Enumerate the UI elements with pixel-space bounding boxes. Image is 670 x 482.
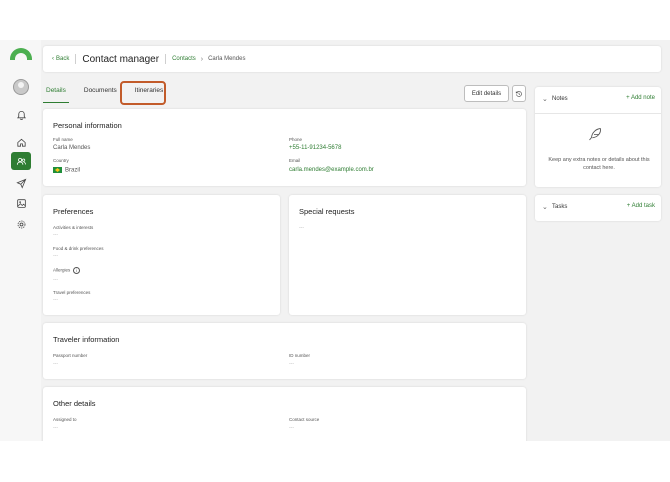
special-requests-value: --- — [299, 225, 304, 231]
user-avatar[interactable] — [13, 79, 29, 95]
id-number-label: ID number — [289, 353, 311, 358]
tasks-title: Tasks — [552, 204, 568, 210]
tab-details[interactable]: Details — [43, 83, 69, 103]
chevron-right-icon: › — [200, 55, 204, 63]
assigned-to-value: --- — [53, 425, 58, 431]
feather-icon — [589, 128, 601, 141]
notes-panel: ⌄ Notes + Add note Keep any extra notes … — [535, 87, 661, 187]
country-value: Brazil — [53, 167, 80, 174]
email-value[interactable]: carla.mendes@example.com.br — [289, 167, 374, 173]
travel-preferences-value: --- — [53, 297, 58, 303]
edit-details-button[interactable]: Edit details — [464, 85, 509, 102]
traveler-information-card: Traveler information Passport number ---… — [43, 323, 526, 379]
chevron-down-icon[interactable]: ⌄ — [542, 203, 548, 211]
preferences-card: Preferences Activities & interests --- F… — [43, 195, 280, 315]
contact-source-value: --- — [289, 425, 294, 431]
phone-label: Phone — [289, 137, 303, 142]
notes-empty-state: Keep any extra notes or details about th… — [535, 113, 661, 179]
add-task-button[interactable]: + Add task — [627, 203, 655, 209]
allergies-value: --- — [53, 277, 58, 283]
personal-information-card: Personal information Full name Carla Men… — [43, 109, 526, 186]
food-value: --- — [53, 253, 58, 259]
history-button[interactable] — [512, 85, 526, 102]
chevron-down-icon[interactable]: ⌄ — [542, 95, 548, 103]
other-details-card: Other details Assigned to --- Contact so… — [43, 387, 526, 441]
divider — [165, 54, 167, 64]
id-number-value: --- — [289, 361, 294, 367]
contact-source-label: Contact source — [289, 417, 320, 422]
page-title: Contact manager — [82, 53, 160, 65]
assigned-to-label: Assigned to — [53, 417, 77, 422]
page-header: ‹ Back Contact manager Contacts › Carla … — [43, 46, 661, 72]
country-label: Country — [53, 158, 69, 163]
tasks-panel: ⌄ Tasks + Add task — [535, 195, 661, 221]
home-icon[interactable] — [11, 133, 31, 151]
app-logo[interactable] — [10, 48, 32, 60]
notes-header[interactable]: ⌄ Notes + Add note — [535, 87, 661, 113]
bell-icon[interactable] — [11, 106, 31, 124]
gear-icon[interactable] — [11, 215, 31, 233]
divider — [75, 54, 77, 64]
back-link[interactable]: ‹ Back — [52, 56, 69, 62]
email-label: Email — [289, 158, 301, 163]
tab-documents[interactable]: Documents — [81, 83, 120, 103]
history-icon — [515, 90, 522, 97]
special-requests-card: Special requests --- — [289, 195, 526, 315]
card-title: Preferences — [53, 207, 94, 216]
allergies-label: Allergies i — [53, 267, 81, 274]
card-title: Traveler information — [53, 335, 120, 344]
nav-rail — [0, 40, 41, 441]
app-shell: ‹ Back Contact manager Contacts › Carla … — [0, 40, 670, 441]
tasks-header[interactable]: ⌄ Tasks + Add task — [535, 195, 661, 221]
tab-highlight-box — [120, 81, 166, 105]
card-title: Special requests — [299, 207, 355, 216]
info-icon[interactable]: i — [73, 267, 81, 274]
notes-empty-text: Keep any extra notes or details about th… — [548, 157, 650, 171]
breadcrumb-current: Carla Mendes — [208, 56, 246, 62]
send-icon[interactable] — [11, 174, 31, 192]
activities-label: Activities & interests — [53, 225, 94, 230]
image-icon[interactable] — [11, 194, 31, 212]
card-title: Personal information — [53, 121, 122, 130]
full-name-value: Carla Mendes — [53, 145, 91, 151]
travel-preferences-label: Travel preferences — [53, 290, 91, 295]
brazil-flag-icon — [53, 167, 62, 173]
food-label: Food & drink preferences — [53, 246, 104, 251]
phone-value[interactable]: +55-11-91234-5678 — [289, 145, 341, 151]
passport-label: Passport number — [53, 353, 88, 358]
passport-value: --- — [53, 361, 58, 367]
chevron-left-icon: ‹ — [52, 56, 54, 62]
add-note-button[interactable]: + Add note — [626, 95, 655, 101]
full-name-label: Full name — [53, 137, 73, 142]
notes-title: Notes — [552, 96, 568, 102]
activities-value: --- — [53, 232, 58, 238]
card-title: Other details — [53, 399, 96, 408]
contacts-icon[interactable] — [11, 152, 31, 170]
breadcrumb-contacts[interactable]: Contacts — [172, 56, 196, 62]
